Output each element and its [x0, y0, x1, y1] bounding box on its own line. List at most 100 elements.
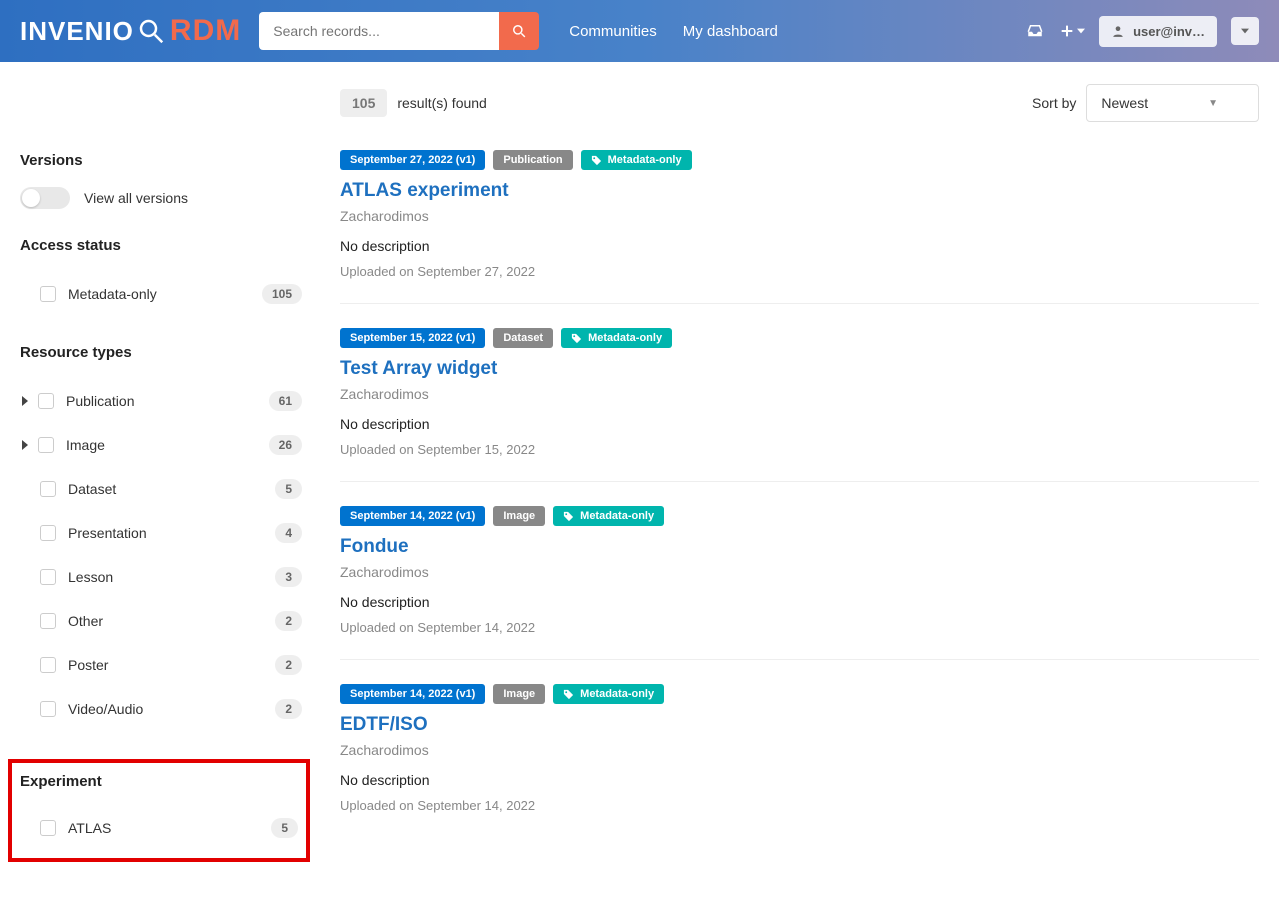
inbox-icon[interactable] [1025, 21, 1045, 41]
caret-down-icon: ▼ [1208, 98, 1218, 109]
logo-invenio: INVENIO [20, 16, 134, 47]
records-list: September 27, 2022 (v1) Publication Metada… [340, 150, 1259, 837]
search-icon [512, 24, 526, 38]
record-title[interactable]: Test Array widget [340, 358, 1259, 380]
facet-resource-item[interactable]: Lesson3 [20, 555, 302, 599]
record-description: No description [340, 238, 1259, 254]
main-container: Versions View all versions Access status… [0, 62, 1279, 882]
facet-versions-title: Versions [20, 152, 302, 169]
checkbox[interactable] [40, 286, 56, 302]
facet-label: ATLAS [68, 820, 271, 836]
access-badge: Metadata-only [561, 328, 672, 348]
facet-label: Poster [68, 657, 275, 673]
toggle-row: View all versions [20, 187, 302, 209]
facet-resource-item[interactable]: Image26 [20, 423, 302, 467]
facet-label: Publication [66, 393, 269, 409]
facet-resource-item[interactable]: Poster2 [20, 643, 302, 687]
facet-sidebar: Versions View all versions Access status… [0, 62, 320, 882]
facet-label: Presentation [68, 525, 275, 541]
tag-icon [563, 689, 574, 700]
record-description: No description [340, 416, 1259, 432]
user-icon [1111, 24, 1125, 38]
sort-value: Newest [1101, 95, 1148, 111]
logo[interactable]: INVENIO RDM [20, 14, 241, 48]
checkbox[interactable] [40, 525, 56, 541]
facet-experiment-item[interactable]: ATLAS 5 [20, 806, 298, 850]
user-menu-caret[interactable] [1231, 17, 1259, 45]
facet-count: 105 [262, 284, 302, 304]
search-input[interactable] [259, 12, 499, 50]
checkbox[interactable] [40, 657, 56, 673]
facet-resource-item[interactable]: Publication61 [20, 379, 302, 423]
chevron-right-icon[interactable] [20, 396, 30, 406]
checkbox[interactable] [40, 820, 56, 836]
versions-toggle-label: View all versions [84, 190, 188, 206]
nav-links: Communities My dashboard [569, 23, 778, 40]
facet-resource-item[interactable]: Video/Audio2 [20, 687, 302, 731]
results-count-group: 105 result(s) found [340, 89, 487, 117]
tag-icon [591, 155, 602, 166]
access-badge: Metadata-only [553, 506, 664, 526]
versions-toggle[interactable] [20, 187, 70, 209]
checkbox[interactable] [40, 701, 56, 717]
record-item: September 15, 2022 (v1)DatasetMetadata-o… [340, 328, 1259, 482]
sort-label: Sort by [1032, 95, 1076, 111]
badge-row: September 14, 2022 (v1)ImageMetadata-onl… [340, 684, 1259, 704]
facet-count: 5 [275, 479, 302, 499]
badge-row: September 27, 2022 (v1) Publication Metada… [340, 150, 1259, 170]
checkbox[interactable] [40, 481, 56, 497]
toggle-knob [22, 189, 40, 207]
caret-down-icon [1241, 27, 1249, 35]
facet-resource-item[interactable]: Dataset5 [20, 467, 302, 511]
record-author: Zacharodimos [340, 208, 1259, 224]
results-label: result(s) found [397, 95, 486, 111]
facet-resource-item[interactable]: Presentation4 [20, 511, 302, 555]
access-badge: Metadata-only [581, 150, 692, 170]
facet-versions: Versions View all versions [20, 152, 302, 209]
record-title[interactable]: ATLAS experiment [340, 180, 1259, 202]
record-title[interactable]: Fondue [340, 536, 1259, 558]
record-author: Zacharodimos [340, 564, 1259, 580]
record-title[interactable]: EDTF/ISO [340, 714, 1259, 736]
facet-count: 3 [275, 567, 302, 587]
type-badge: Publication [493, 150, 572, 170]
facet-count: 2 [275, 699, 302, 719]
search-button[interactable] [499, 12, 539, 50]
checkbox[interactable] [38, 393, 54, 409]
facet-label: Image [66, 437, 269, 453]
facet-resource-title: Resource types [20, 344, 302, 361]
facet-access-item[interactable]: Metadata-only 105 [20, 272, 302, 316]
nav-dashboard[interactable]: My dashboard [683, 23, 778, 40]
results-bar: 105 result(s) found Sort by Newest ▼ [340, 84, 1259, 122]
sort-select[interactable]: Newest ▼ [1086, 84, 1259, 122]
facet-count: 2 [275, 611, 302, 631]
facet-count: 26 [269, 435, 302, 455]
nav-communities[interactable]: Communities [569, 23, 657, 40]
date-badge: September 14, 2022 (v1) [340, 684, 485, 704]
checkbox[interactable] [40, 613, 56, 629]
record-uploaded: Uploaded on September 27, 2022 [340, 264, 1259, 279]
access-badge: Metadata-only [553, 684, 664, 704]
results-main: 105 result(s) found Sort by Newest ▼ Sep… [320, 62, 1279, 882]
facet-experiment-title: Experiment [20, 773, 298, 790]
add-menu[interactable] [1059, 23, 1085, 39]
record-uploaded: Uploaded on September 14, 2022 [340, 620, 1259, 635]
facet-label: Dataset [68, 481, 275, 497]
record-uploaded: Uploaded on September 15, 2022 [340, 442, 1259, 457]
facet-resource-item[interactable]: Other2 [20, 599, 302, 643]
user-menu[interactable]: user@inv… [1099, 16, 1217, 47]
top-header: INVENIO RDM Communities My dashboard use… [0, 0, 1279, 62]
header-right: user@inv… [1025, 16, 1259, 47]
type-badge: Dataset [493, 328, 553, 348]
search-group [259, 12, 539, 50]
date-badge: September 14, 2022 (v1) [340, 506, 485, 526]
chevron-right-icon[interactable] [20, 440, 30, 450]
record-description: No description [340, 772, 1259, 788]
caret-down-icon [1077, 27, 1085, 35]
checkbox[interactable] [40, 569, 56, 585]
date-badge: September 27, 2022 (v1) [340, 150, 485, 170]
facet-count: 61 [269, 391, 302, 411]
facet-count: 2 [275, 655, 302, 675]
checkbox[interactable] [38, 437, 54, 453]
badge-row: September 15, 2022 (v1)DatasetMetadata-o… [340, 328, 1259, 348]
